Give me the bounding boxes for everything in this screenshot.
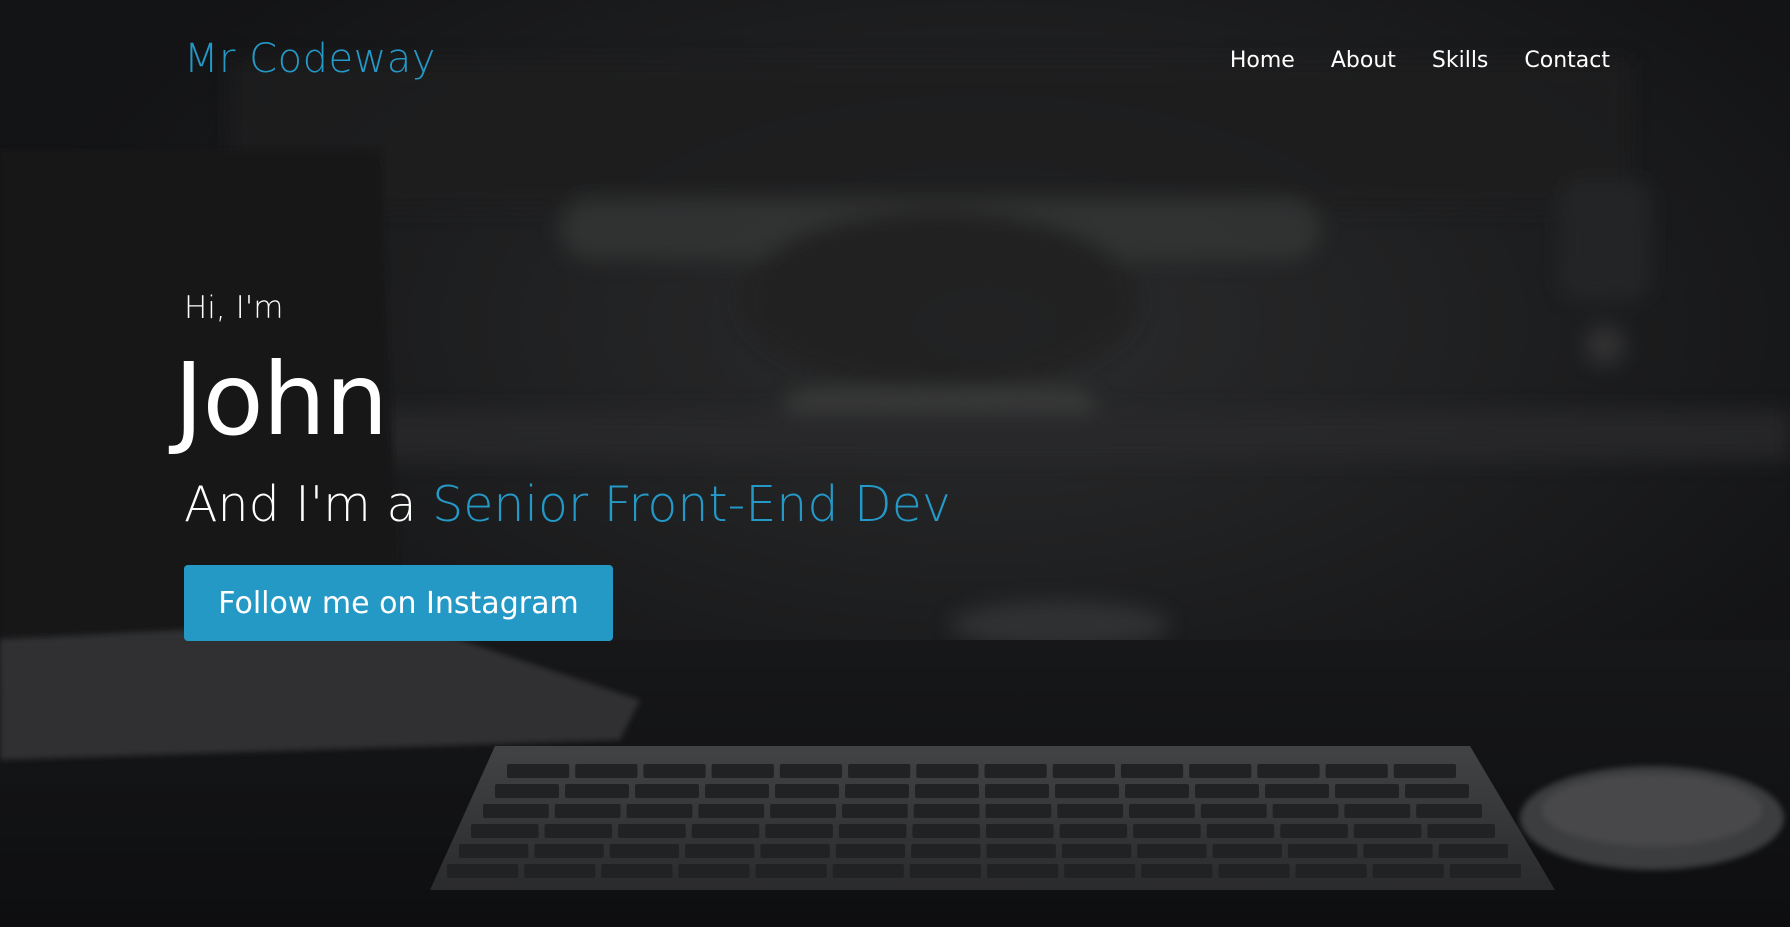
hero-section: Hi, I'm John And I'm a Senior Front-End …	[174, 286, 951, 536]
role-highlight: Senior Front-End Dev	[432, 476, 951, 533]
hero-name: John	[174, 341, 388, 458]
hero-role: And I'm a Senior Front-End Dev	[184, 474, 951, 536]
nav-link-about[interactable]: About	[1331, 48, 1396, 73]
hero-greeting: Hi, I'm	[184, 290, 284, 326]
nav-link-home[interactable]: Home	[1230, 48, 1295, 73]
role-prefix: And I'm a	[184, 476, 433, 533]
follow-instagram-button[interactable]: Follow me on Instagram	[184, 565, 613, 641]
nav-link-contact[interactable]: Contact	[1524, 48, 1610, 73]
nav-link-skills[interactable]: Skills	[1432, 48, 1489, 73]
navbar: Mr Codeway Home About Skills Contact	[0, 0, 1790, 125]
brand-logo-link[interactable]: Mr Codeway	[184, 36, 436, 82]
nav-links: Home About Skills Contact	[1230, 48, 1610, 73]
